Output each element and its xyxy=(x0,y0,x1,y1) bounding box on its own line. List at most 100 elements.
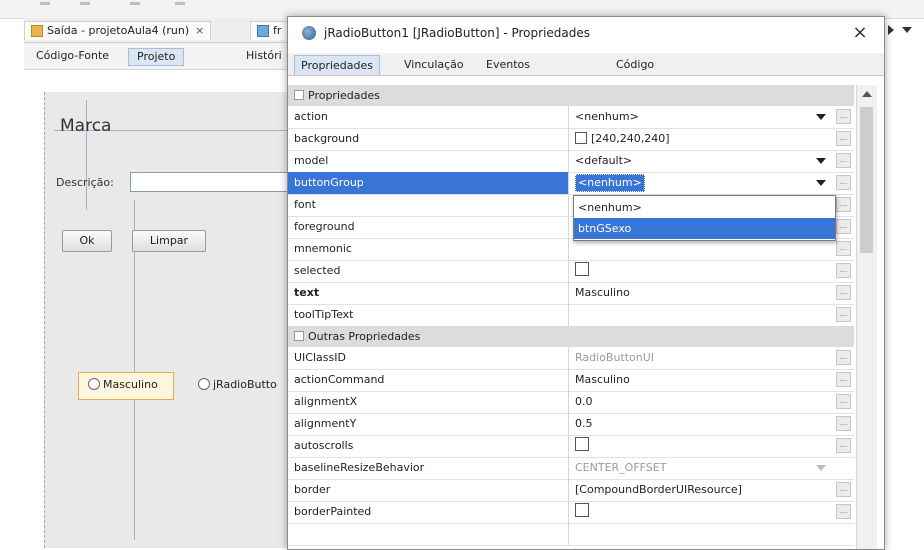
property-name xyxy=(288,523,569,545)
toolbar-icon[interactable] xyxy=(40,2,50,5)
property-row-mnemonic[interactable]: mnemonic ... xyxy=(288,238,854,261)
property-value-cell[interactable]: [240,240,240] xyxy=(570,128,835,150)
dropdown-arrow-icon[interactable] xyxy=(816,180,826,186)
property-value[interactable]: 0.5 xyxy=(570,413,835,435)
subtab-design[interactable]: Projeto xyxy=(128,48,185,66)
ellipsis-button[interactable]: ... xyxy=(836,131,851,146)
marca-label[interactable]: Marca xyxy=(60,116,111,136)
ellipsis-button[interactable]: ... xyxy=(836,263,851,278)
property-row-uiclassid[interactable]: UIClassID RadioButtonUI ... xyxy=(288,347,854,370)
property-row-selected[interactable]: selected ... xyxy=(288,260,854,283)
ellipsis-button[interactable]: ... xyxy=(836,438,851,453)
ok-button[interactable]: Ok xyxy=(62,230,112,252)
property-value[interactable]: [CompoundBorderUIResource] xyxy=(570,479,835,501)
subtab-source[interactable]: Código-Fonte xyxy=(28,48,117,64)
property-value[interactable] xyxy=(570,238,835,260)
property-name: autoscrolls xyxy=(288,435,569,457)
borderpainted-checkbox[interactable] xyxy=(575,503,589,517)
close-icon[interactable]: × xyxy=(195,24,204,37)
clear-button[interactable]: Limpar xyxy=(132,230,206,252)
collapse-icon[interactable] xyxy=(294,90,304,100)
radio-jradiobutton2[interactable]: jRadioButto xyxy=(198,378,277,391)
form-design-area[interactable] xyxy=(44,92,297,548)
ellipsis-button[interactable]: ... xyxy=(836,109,851,124)
tab-scroll-controls xyxy=(884,18,924,42)
property-row-alignmentx[interactable]: alignmentX 0.0 ... xyxy=(288,391,854,414)
property-value[interactable] xyxy=(570,304,835,326)
scroll-up-icon[interactable] xyxy=(862,91,872,97)
property-scrollbar[interactable] xyxy=(856,85,877,549)
tab-properties[interactable]: Propriedades xyxy=(294,55,380,75)
ellipsis-button[interactable]: ... xyxy=(836,394,851,409)
property-row-model[interactable]: model <default> ... xyxy=(288,150,854,173)
ellipsis-button[interactable]: ... xyxy=(836,307,851,322)
section-properties-label: Propriedades xyxy=(308,89,380,102)
property-row-buttongroup[interactable]: buttonGroup <nenhum> ... xyxy=(288,172,854,195)
property-sheet: Propriedades action <nenhum> ... backgro… xyxy=(288,85,854,549)
property-row-text[interactable]: text Masculino ... xyxy=(288,282,854,305)
ellipsis-button[interactable]: ... xyxy=(836,482,851,497)
property-row-borderpainted[interactable]: borderPainted ... xyxy=(288,501,854,524)
toolbar-icon[interactable] xyxy=(80,2,90,5)
dropdown-arrow-icon[interactable] xyxy=(816,114,826,120)
property-row-alignmenty[interactable]: alignmentY 0.5 ... xyxy=(288,413,854,436)
dialog-title: jRadioButton1 [JRadioButton] - Proprieda… xyxy=(324,26,591,40)
property-value-cell[interactable] xyxy=(570,260,835,282)
property-value[interactable]: 0.0 xyxy=(570,391,835,413)
dialog-titlebar[interactable]: jRadioButton1 [JRadioButton] - Proprieda… xyxy=(288,17,884,49)
property-row-action[interactable]: action <nenhum> ... xyxy=(288,106,854,129)
property-value-cell[interactable]: <nenhum> xyxy=(570,172,835,194)
ellipsis-button[interactable]: ... xyxy=(836,241,851,256)
scroll-right-icon[interactable] xyxy=(888,25,894,35)
description-label[interactable]: Descrição: xyxy=(56,176,114,189)
tab-form[interactable]: fr xyxy=(250,21,289,40)
tab-code[interactable]: Código xyxy=(610,55,660,74)
section-properties[interactable]: Propriedades xyxy=(288,85,854,106)
ellipsis-button[interactable]: ... xyxy=(836,350,851,365)
toolbar-icon[interactable] xyxy=(175,2,185,5)
property-value[interactable]: <nenhum> xyxy=(570,106,835,128)
property-value[interactable]: Masculino xyxy=(570,369,835,391)
radio-icon xyxy=(198,378,210,390)
collapse-icon[interactable] xyxy=(294,331,304,341)
section-other-properties[interactable]: Outras Propriedades xyxy=(288,326,854,347)
ellipsis-button[interactable]: ... xyxy=(836,285,851,300)
dropdown-arrow-icon[interactable] xyxy=(816,158,826,164)
property-row-autoscrolls[interactable]: autoscrolls ... xyxy=(288,435,854,458)
property-value[interactable]: <default> xyxy=(570,150,835,172)
property-row-partial[interactable] xyxy=(288,523,854,546)
property-name: buttonGroup xyxy=(288,172,569,194)
close-button[interactable]: × xyxy=(846,21,874,45)
property-value-cell[interactable] xyxy=(570,501,835,523)
property-row-tooltiptext[interactable]: toolTipText ... xyxy=(288,304,854,327)
ellipsis-button[interactable]: ... xyxy=(836,153,851,168)
tab-output[interactable]: Saída - projetoAula4 (run) × xyxy=(24,21,212,40)
ellipsis-button[interactable]: ... xyxy=(836,175,851,190)
property-row-background[interactable]: background [240,240,240] ... xyxy=(288,128,854,151)
dropdown-option-btngsexo[interactable]: btnGSexo xyxy=(574,218,835,239)
ellipsis-button[interactable]: ... xyxy=(836,219,851,234)
color-swatch xyxy=(575,132,587,144)
property-value-cell[interactable] xyxy=(570,435,835,457)
property-name: actionCommand xyxy=(288,369,569,391)
combo-selected-value[interactable]: <nenhum> xyxy=(575,174,645,192)
property-row-border[interactable]: border [CompoundBorderUIResource] ... xyxy=(288,479,854,502)
ellipsis-button[interactable]: ... xyxy=(836,372,851,387)
property-value[interactable]: Masculino xyxy=(570,282,835,304)
property-row-actioncommand[interactable]: actionCommand Masculino ... xyxy=(288,369,854,392)
property-row-baselineresizebehavior[interactable]: baselineResizeBehavior CENTER_OFFSET xyxy=(288,457,854,480)
dropdown-option-none[interactable]: <nenhum> xyxy=(574,197,835,218)
scroll-thumb[interactable] xyxy=(860,107,873,253)
radio-masculino[interactable]: Masculino xyxy=(88,378,158,391)
design-canvas: Marca Descrição: Ok Limpar xyxy=(24,70,322,548)
ellipsis-button[interactable]: ... xyxy=(836,197,851,212)
selected-checkbox[interactable] xyxy=(575,262,589,276)
tab-events[interactable]: Eventos xyxy=(480,55,536,74)
subtab-history[interactable]: Históri xyxy=(238,48,290,64)
ellipsis-button[interactable]: ... xyxy=(836,504,851,519)
ellipsis-button[interactable]: ... xyxy=(836,416,851,431)
autoscrolls-checkbox[interactable] xyxy=(575,437,589,451)
tab-binding[interactable]: Vinculação xyxy=(398,55,470,74)
toolbar-icon[interactable] xyxy=(130,2,140,5)
tab-list-icon[interactable] xyxy=(902,27,912,33)
